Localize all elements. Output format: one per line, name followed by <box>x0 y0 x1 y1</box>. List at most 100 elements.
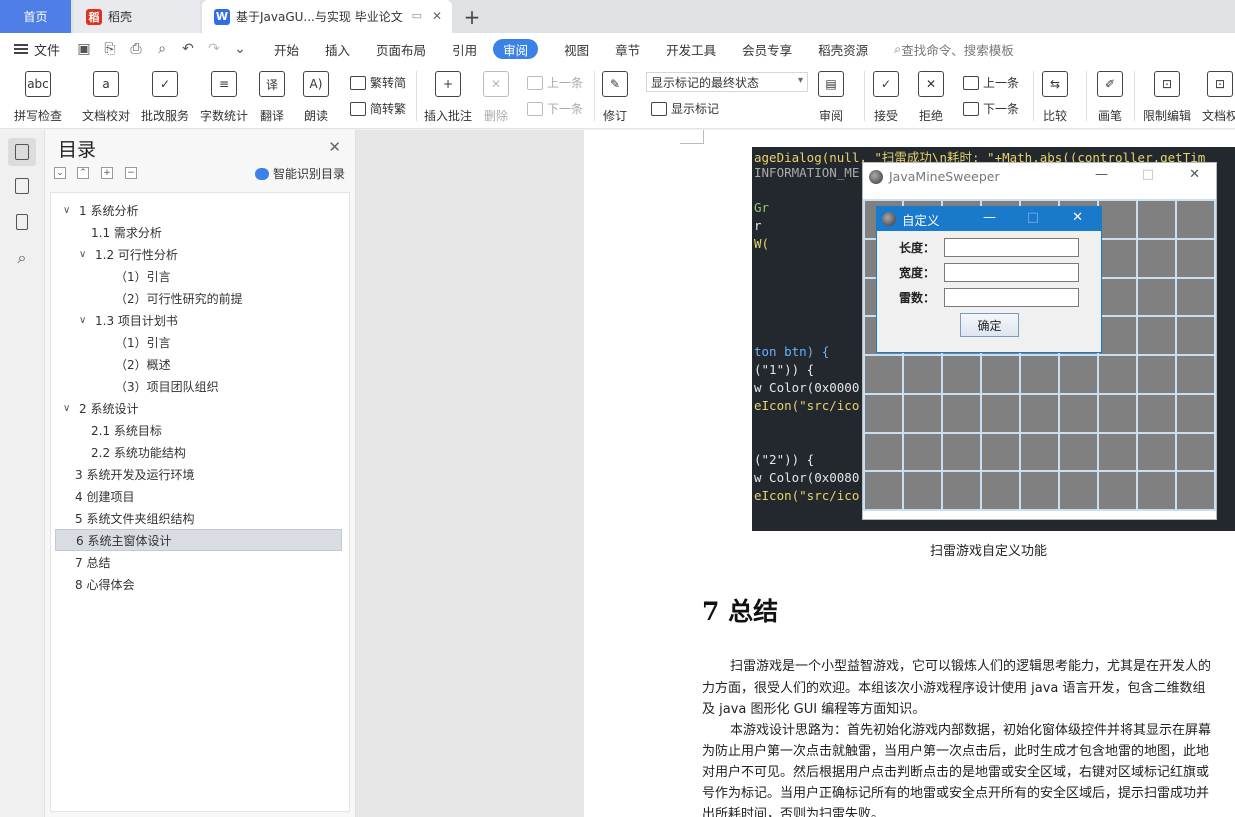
mine-cell <box>943 472 980 509</box>
toc-item[interactable]: （2）概述 <box>55 353 342 375</box>
chevron-down-icon[interactable]: ∨ <box>79 315 91 326</box>
chevron-down-icon[interactable]: ∨ <box>63 403 75 414</box>
menu-page-layout[interactable]: 页面布局 <box>376 39 426 59</box>
toc-item[interactable]: 4 创建项目 <box>55 485 342 507</box>
tab-document[interactable]: W 基于JavaGU...与实现 毕业论文 ▭ ✕ <box>202 0 452 33</box>
close-tab-icon[interactable]: ✕ <box>432 9 442 23</box>
menu-chapter[interactable]: 章节 <box>615 39 640 59</box>
new-tab-button[interactable]: + <box>460 0 484 33</box>
toc-item[interactable]: ∨ 1 系统分析 <box>55 199 342 221</box>
collapse-level-icon[interactable]: ⌄ <box>54 167 66 179</box>
chapter-icon <box>15 178 29 194</box>
menu-docer[interactable]: 稻壳资源 <box>818 39 868 59</box>
toc-item[interactable]: （2）可行性研究的前提 <box>55 287 342 309</box>
remove-heading-icon[interactable]: − <box>125 167 137 179</box>
word-count-icon: ≡ <box>211 71 237 97</box>
toc-item[interactable]: ∨ 2 系统设计 <box>55 397 342 419</box>
spell-check-label: 拼写检查 <box>14 109 63 123</box>
menu-view[interactable]: 视图 <box>564 39 589 59</box>
markup-display-select[interactable]: 显示标记的最终状态 <box>646 72 808 92</box>
menu-start[interactable]: 开始 <box>274 39 299 59</box>
toc-item[interactable]: ∨ 1.2 可行性分析 <box>55 243 342 265</box>
redo-icon[interactable]: ↷ <box>206 41 222 57</box>
menu-references[interactable]: 引用 <box>452 39 477 59</box>
toc-panel: 目录 ✕ ⌄ ⌃ + − 智能识别目录 ∨ 1 系统分析 1.1 需求分析 ∨ 1.2 … <box>45 130 356 817</box>
toc-item[interactable]: ∨ 1.3 项目计划书 <box>55 309 342 331</box>
docer-icon: 稻 <box>86 8 102 25</box>
bookmark-rail-button[interactable] <box>8 208 36 236</box>
toc-item[interactable]: 2.1 系统目标 <box>55 419 342 441</box>
undo-icon[interactable]: ↶ <box>180 41 196 57</box>
document-page[interactable]: ageDialog(null, "扫雷成功\n耗时: "+Math.abs((c… <box>584 130 1235 817</box>
toc-item-label: 6 系统主窗体设计 <box>76 533 172 548</box>
expand-level-icon[interactable]: ⌃ <box>77 167 89 179</box>
compare-button[interactable]: ⇆ 比较 <box>1042 71 1068 124</box>
mine-cell <box>1177 433 1214 471</box>
track-changes-button[interactable]: ✎ 修订 <box>602 71 628 124</box>
word-doc-icon: W <box>214 8 230 25</box>
toc-rail-button[interactable] <box>8 138 36 166</box>
length-label: 长度： <box>899 241 936 255</box>
doc-proof-button[interactable]: a 文档校对 <box>82 71 130 124</box>
insert-comment-button[interactable]: + 插入批注 <box>424 71 472 124</box>
tab-docer[interactable]: 稻 稻壳 <box>74 0 200 33</box>
menu-developer[interactable]: 开发工具 <box>666 39 716 59</box>
toc-item[interactable]: 2.2 系统功能结构 <box>55 441 342 463</box>
print-preview-icon[interactable]: ⌕ <box>154 41 170 57</box>
doc-permission-button[interactable]: ⊡ 文档权 <box>1202 71 1235 124</box>
menu-review[interactable]: 审阅 <box>493 39 539 59</box>
delete-comment-button[interactable]: ✕ 删除 <box>483 71 509 124</box>
export-pdf-icon[interactable]: ⎘ <box>102 41 118 57</box>
tab-home[interactable]: 首页 <box>0 0 71 33</box>
grading-service-button[interactable]: ✓ 批改服务 <box>141 71 189 124</box>
prev-change-button[interactable]: 上一条 <box>963 74 1019 91</box>
next-comment-button[interactable]: 下一条 <box>527 100 583 117</box>
close-icon[interactable]: ✕ <box>328 138 341 156</box>
trad-to-simp-button[interactable]: 繁转简 <box>350 74 406 91</box>
prev-comment-button[interactable]: 上一条 <box>527 74 583 91</box>
print-icon[interactable]: ⎙ <box>128 41 144 57</box>
toc-item[interactable]: 8 心得体会 <box>55 573 342 595</box>
figure-caption: 扫雷游戏自定义功能 <box>930 544 1048 559</box>
code-line: INFORMATION_ME <box>754 165 860 180</box>
accept-button[interactable]: ✓ 接受 <box>873 71 899 124</box>
add-heading-icon[interactable]: + <box>101 167 113 179</box>
toc-item[interactable]: 6 系统主窗体设计 <box>55 529 342 551</box>
paragraph-line: 力方面，很受人们的欢迎。本组该次小游戏程序设计使用 java 语言开发，包含二维… <box>702 681 1206 696</box>
show-markup-button[interactable]: 显示标记 <box>651 100 719 117</box>
file-menu[interactable]: 文件 <box>14 40 60 59</box>
menu-member[interactable]: 会员专享 <box>742 39 792 59</box>
read-aloud-button[interactable]: A) 朗读 <box>303 71 329 124</box>
toc-item[interactable]: 5 系统文件夹组织结构 <box>55 507 342 529</box>
chapter-rail-button[interactable] <box>8 172 36 200</box>
search-rail-button[interactable]: ⌕ <box>8 244 36 272</box>
customize-icon[interactable]: ⌄ <box>232 41 248 57</box>
restrict-editing-button[interactable]: ⊡ 限制编辑 <box>1143 71 1191 124</box>
word-count-button[interactable]: ≡ 字数统计 <box>200 71 248 124</box>
pen-button[interactable]: ✐ 画笔 <box>1097 71 1123 124</box>
smart-toc-button[interactable]: 智能识别目录 <box>254 165 345 182</box>
toc-item[interactable]: 1.1 需求分析 <box>55 221 342 243</box>
toc-item[interactable]: 3 系统开发及运行环境 <box>55 463 342 485</box>
menu-insert[interactable]: 插入 <box>325 39 350 59</box>
reject-label: 拒绝 <box>918 109 943 123</box>
translate-button[interactable]: 译 翻译 <box>259 71 285 124</box>
mine-cell <box>1060 394 1097 432</box>
screen-icon[interactable]: ▭ <box>412 9 422 22</box>
next-comment-icon <box>527 101 543 116</box>
spell-check-button[interactable]: abc 拼写检查 <box>14 71 62 124</box>
next-change-button[interactable]: 下一条 <box>963 100 1019 117</box>
chevron-down-icon[interactable]: ∨ <box>63 205 75 216</box>
command-search[interactable]: ⌕ 查找命令、搜索模板 <box>894 39 1014 59</box>
review-pane-button[interactable]: ▤ 审阅 <box>818 71 844 124</box>
reject-button[interactable]: ✕ 拒绝 <box>918 71 944 124</box>
save-icon[interactable]: ▣ <box>76 41 92 57</box>
delete-comment-icon: ✕ <box>483 71 509 97</box>
toc-item[interactable]: （3）项目团队组织 <box>55 375 342 397</box>
toc-item[interactable]: （1）引言 <box>55 331 342 353</box>
chevron-down-icon[interactable]: ∨ <box>79 249 91 260</box>
simp-to-trad-button[interactable]: 简转繁 <box>350 100 406 117</box>
translate-icon: 译 <box>259 71 285 97</box>
toc-item[interactable]: 7 总结 <box>55 551 342 573</box>
toc-item[interactable]: （1）引言 <box>55 265 342 287</box>
